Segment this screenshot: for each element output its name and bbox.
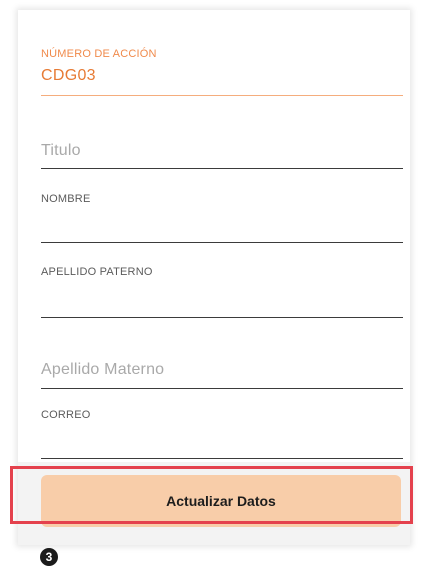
title-field[interactable]: Titulo [41,135,403,171]
step-number-badge: 3 [40,548,58,566]
maternal-surname-underline [41,388,403,389]
action-number-value[interactable]: CDG03 [41,67,96,85]
paternal-surname-label: APELLIDO PATERNO [41,266,153,278]
first-name-label: NOMBRE [41,193,91,205]
email-field[interactable]: CORREO [41,405,403,462]
highlight-box [10,466,413,524]
email-underline [41,458,403,459]
action-number-field[interactable]: NÚMERO DE ACCIÓN CDG03 [41,40,403,96]
maternal-surname-field[interactable]: Apellido Materno [41,353,403,390]
first-name-field[interactable]: NOMBRE [41,190,403,245]
maternal-surname-placeholder[interactable]: Apellido Materno [41,361,164,379]
title-underline [41,168,403,169]
paternal-surname-field[interactable]: APELLIDO PATERNO [41,263,403,320]
email-label: CORREO [41,409,91,421]
action-number-label: NÚMERO DE ACCIÓN [41,48,157,60]
paternal-surname-underline [41,317,403,318]
title-placeholder[interactable]: Titulo [41,142,81,160]
action-number-underline [41,95,403,96]
first-name-underline [41,242,403,243]
